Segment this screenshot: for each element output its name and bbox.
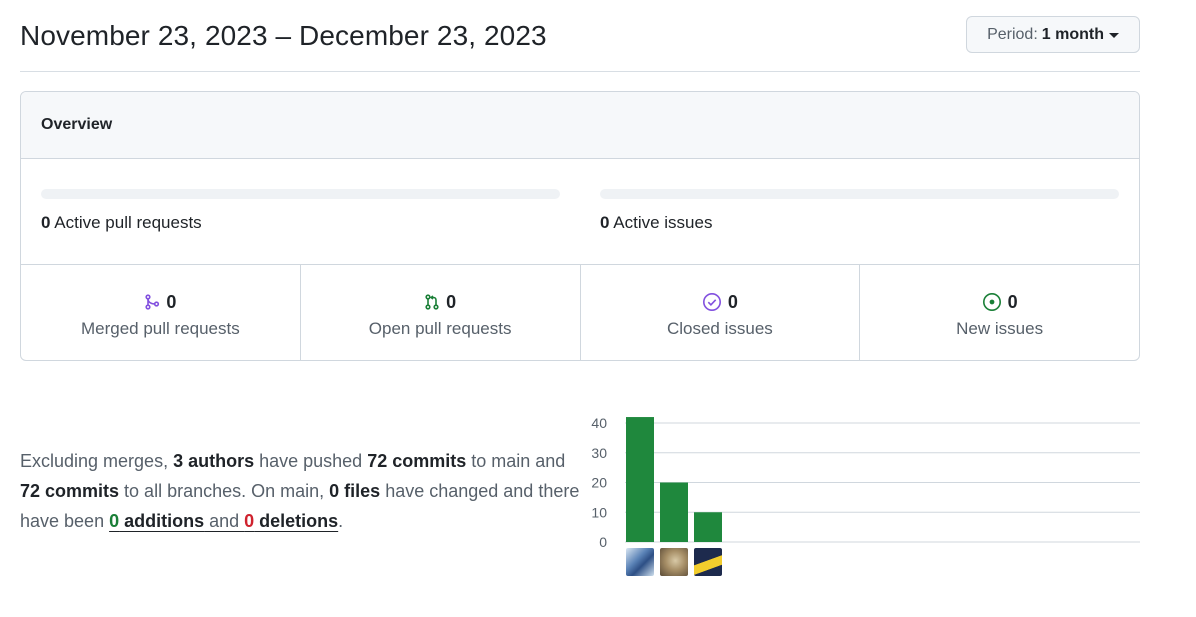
pull-requests-progress-bar xyxy=(41,189,560,199)
commit-summary-text: Excluding merges, 3 authors have pushed … xyxy=(20,446,585,536)
new-issues-label: New issues xyxy=(956,319,1044,338)
overview-stats-grid: 0 Merged pull requests 0 Open pull reque… xyxy=(21,265,1139,360)
commits-all-count: 72 commits xyxy=(20,481,120,501)
period-dropdown-button[interactable]: Period: 1 month xyxy=(966,16,1140,53)
additions-link[interactable]: 0 additions and 0 deletions xyxy=(109,511,338,531)
overview-panel: Overview 0 Active pull requests 0 Active… xyxy=(20,91,1140,361)
additions-label: additions xyxy=(119,511,205,531)
active-issues-count: 0 xyxy=(600,213,610,232)
period-value: 1 month xyxy=(1041,25,1104,43)
page-header: November 23, 2023 – December 23, 2023 Pe… xyxy=(20,0,1140,72)
summary-text: have pushed xyxy=(254,451,368,471)
merged-pull-requests-stat[interactable]: 0 Merged pull requests xyxy=(21,265,301,360)
deletions-count: 0 xyxy=(244,511,255,531)
summary-text: to all branches. On main, xyxy=(119,481,330,501)
open-pull-requests-count: 0 xyxy=(446,291,457,312)
deletions-label: deletions xyxy=(254,511,339,531)
summary-text: and xyxy=(204,511,245,531)
active-issues-link[interactable]: 0 Active issues xyxy=(600,213,712,233)
period-label: Period: xyxy=(987,25,1038,43)
y-tick-label: 10 xyxy=(591,504,607,520)
y-tick-label: 30 xyxy=(591,445,607,461)
y-tick-label: 20 xyxy=(591,475,607,491)
commit-bar[interactable] xyxy=(660,482,688,543)
additions-count: 0 xyxy=(109,511,120,531)
overview-title: Overview xyxy=(21,92,1139,159)
issues-progress-bar xyxy=(600,189,1119,199)
closed-issues-count: 0 xyxy=(727,291,738,312)
merged-pull-requests-label: Merged pull requests xyxy=(80,319,240,338)
summary-text: . xyxy=(338,511,344,531)
commits-main-count: 72 commits xyxy=(367,451,467,471)
author-avatar-1[interactable] xyxy=(626,548,654,576)
y-tick-label: 0 xyxy=(599,534,607,550)
active-pull-requests-label: Active pull requests xyxy=(54,213,202,232)
closed-issues-label: Closed issues xyxy=(666,319,773,338)
closed-issues-stat[interactable]: 0 Closed issues xyxy=(581,265,861,360)
date-range-title: November 23, 2023 – December 23, 2023 xyxy=(20,20,547,51)
new-issues-count: 0 xyxy=(1007,291,1018,312)
active-issues-label: Active issues xyxy=(613,213,713,232)
open-pull-requests-label: Open pull requests xyxy=(368,319,512,338)
commits-by-author-chart: 0 10 20 30 40 xyxy=(585,410,1145,585)
active-pull-requests-link[interactable]: 0 Active pull requests xyxy=(41,213,202,233)
y-tick-label: 40 xyxy=(591,415,607,431)
commit-bar[interactable] xyxy=(626,417,654,542)
commit-bar[interactable] xyxy=(694,512,722,542)
files-changed-count: 0 files xyxy=(329,481,381,501)
authors-count: 3 authors xyxy=(173,451,255,471)
caret-down-icon xyxy=(1109,33,1119,38)
issue-closed-icon xyxy=(702,293,721,311)
open-pull-requests-stat[interactable]: 0 Open pull requests xyxy=(301,265,581,360)
issue-opened-icon xyxy=(982,293,1001,311)
overview-activity: 0 Active pull requests 0 Active issues xyxy=(21,159,1139,265)
new-issues-stat[interactable]: 0 New issues xyxy=(860,265,1139,360)
author-avatar-3[interactable] xyxy=(694,548,722,576)
author-avatar-2[interactable] xyxy=(660,548,688,576)
git-pull-request-icon xyxy=(425,294,439,310)
summary-text: Excluding merges, xyxy=(20,451,174,471)
active-pull-requests-count: 0 xyxy=(41,213,51,232)
summary-text: to main and xyxy=(466,451,566,471)
merged-pull-requests-count: 0 xyxy=(166,291,177,312)
git-merge-icon xyxy=(145,294,160,310)
